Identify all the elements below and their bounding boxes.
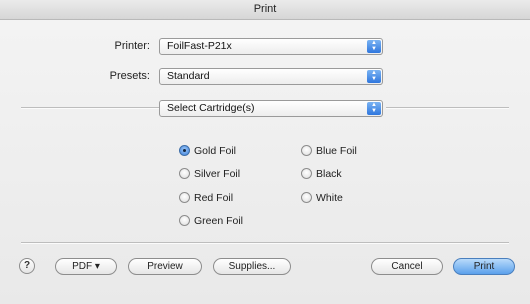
radio-unchecked-icon [301, 192, 312, 203]
radio-label: Black [316, 168, 342, 180]
panel-value: Select Cartridge(s) [167, 102, 255, 114]
panel-popup[interactable]: Select Cartridge(s) ▲ ▼ [159, 100, 383, 117]
radio-unchecked-icon [179, 192, 190, 203]
radio-label: Blue Foil [316, 145, 357, 157]
preview-button[interactable]: Preview [128, 258, 202, 275]
radio-label: Green Foil [194, 215, 244, 227]
radio-label: Gold Foil [194, 145, 237, 157]
radio-label: Red Foil [194, 192, 234, 204]
radio-unchecked-icon [301, 145, 312, 156]
radio-unchecked-icon [179, 168, 190, 179]
printer-value: FoilFast-P21x [167, 40, 232, 52]
radio-unchecked-icon [301, 168, 312, 179]
radio-checked-icon [179, 145, 190, 156]
popup-arrows-icon: ▲ ▼ [367, 40, 381, 53]
popup-arrows-icon: ▲ ▼ [367, 70, 381, 83]
presets-label: Presets: [109, 70, 150, 82]
cancel-button[interactable]: Cancel [371, 258, 443, 275]
radio-unchecked-icon [179, 215, 190, 226]
separator [21, 242, 509, 244]
popup-arrows-icon: ▲ ▼ [367, 102, 381, 115]
printer-label: Printer: [114, 40, 150, 52]
supplies-button[interactable]: Supplies... [213, 258, 291, 275]
window-title: Print [0, 0, 530, 20]
radio-label: White [316, 192, 343, 204]
presets-popup[interactable]: Standard ▲ ▼ [159, 68, 383, 85]
radio-label: Silver Foil [194, 168, 241, 180]
pdf-button[interactable]: PDF ▾ [55, 258, 117, 275]
print-button[interactable]: Print [453, 258, 515, 275]
help-button[interactable]: ? [19, 258, 35, 274]
printer-popup[interactable]: FoilFast-P21x ▲ ▼ [159, 38, 383, 55]
print-dialog: Print Printer: FoilFast-P21x ▲ ▼ Presets:… [0, 0, 530, 304]
presets-value: Standard [167, 70, 210, 82]
separator [386, 107, 509, 109]
separator [21, 107, 161, 109]
